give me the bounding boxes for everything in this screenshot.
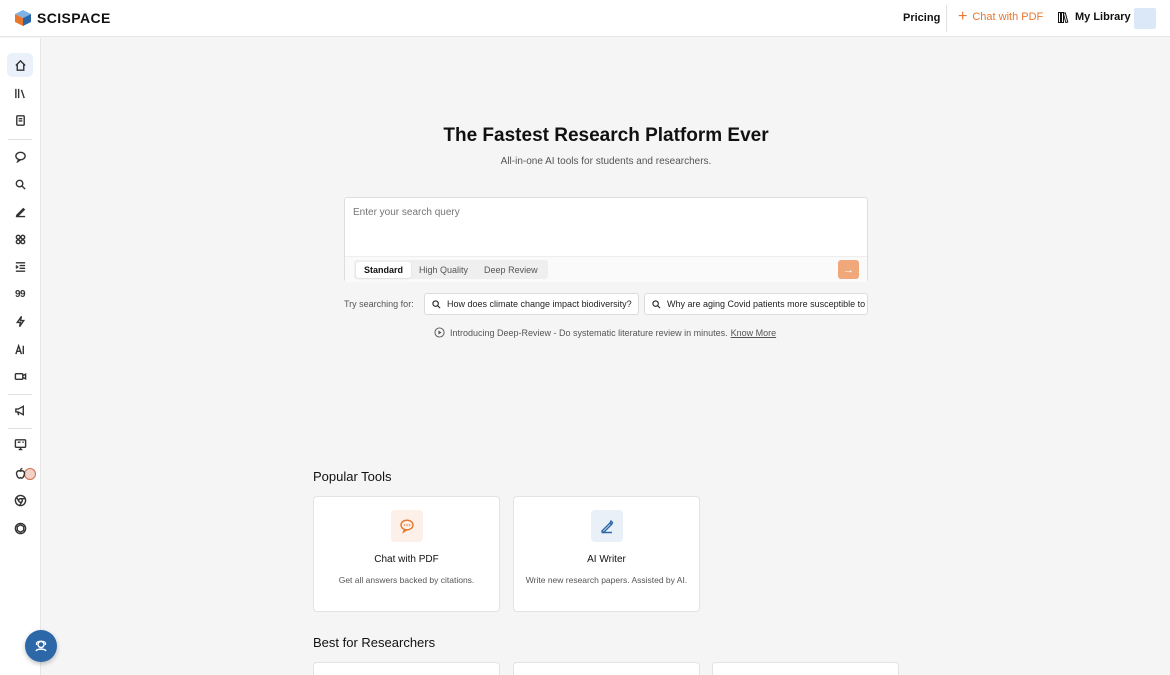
extract-icon[interactable] bbox=[7, 227, 33, 251]
lightning-icon[interactable] bbox=[7, 309, 33, 333]
video-icon[interactable] bbox=[7, 364, 33, 388]
suggestion-chip[interactable]: Why are aging Covid patients more suscep… bbox=[644, 293, 868, 315]
my-library-link[interactable]: My Library bbox=[1058, 11, 1131, 23]
best-for-researchers-heading: Best for Researchers bbox=[313, 635, 436, 650]
play-circle-icon bbox=[434, 327, 445, 338]
support-chat-button[interactable] bbox=[25, 630, 57, 662]
support-agent-icon bbox=[35, 640, 47, 652]
my-library-label: My Library bbox=[1075, 11, 1131, 23]
chat-icon[interactable] bbox=[7, 144, 33, 168]
search-mode-group: Standard High Quality Deep Review bbox=[354, 260, 548, 279]
tool-card-ai-writer[interactable]: AI Writer Write new research papers. Ass… bbox=[513, 496, 700, 612]
nav-divider bbox=[946, 5, 947, 32]
page-subtitle: All-in-one AI tools for students and res… bbox=[500, 156, 712, 167]
search-literature-icon[interactable] bbox=[7, 172, 33, 196]
tool-name: Chat with PDF bbox=[374, 554, 439, 565]
library-icon[interactable] bbox=[7, 81, 33, 105]
search-input[interactable] bbox=[353, 207, 843, 218]
list-indent-icon[interactable] bbox=[7, 254, 33, 278]
notebook-icon[interactable] bbox=[7, 108, 33, 132]
mode-standard-button[interactable]: Standard bbox=[356, 261, 412, 278]
tool-card-chat-with-pdf[interactable]: Chat with PDF Get all answers backed by … bbox=[313, 496, 500, 612]
citation-label: 99 bbox=[14, 288, 26, 300]
translate-icon[interactable] bbox=[7, 432, 33, 456]
sidebar-divider bbox=[8, 139, 32, 140]
suggestion-chip[interactable]: How does climate change impact biodivers… bbox=[424, 293, 639, 315]
top-bar: SCISPACE Pricing + Chat with PDF My Libr… bbox=[0, 0, 1170, 37]
chrome-icon[interactable] bbox=[7, 488, 33, 512]
ai-detector-icon[interactable] bbox=[7, 337, 33, 361]
plus-icon: + bbox=[958, 8, 968, 25]
home-icon[interactable] bbox=[7, 53, 33, 77]
citation-icon[interactable]: 99 bbox=[7, 282, 33, 306]
chat-with-pdf-label: Chat with PDF bbox=[972, 11, 1044, 23]
megaphone-icon[interactable] bbox=[7, 398, 33, 422]
chat-bubble-icon bbox=[391, 510, 423, 542]
mode-deep-review-button[interactable]: Deep Review bbox=[476, 262, 546, 278]
know-more-link[interactable]: Know More bbox=[731, 328, 777, 338]
deep-review-announcement: Introducing Deep-Review - Do systematic … bbox=[434, 327, 776, 338]
sidebar: 99 bbox=[0, 38, 41, 675]
avatar[interactable] bbox=[1134, 8, 1156, 29]
sidebar-divider bbox=[8, 394, 32, 395]
search-toolbar: Standard High Quality Deep Review → bbox=[345, 256, 867, 282]
arrow-right-icon: → bbox=[843, 263, 854, 276]
researcher-tool-card[interactable] bbox=[313, 662, 500, 675]
suggestion-text: Why are aging Covid patients more suscep… bbox=[667, 299, 866, 309]
mode-high-quality-button[interactable]: High Quality bbox=[411, 262, 476, 278]
researcher-tool-card[interactable] bbox=[513, 662, 700, 675]
pen-icon[interactable] bbox=[7, 199, 33, 223]
search-box: Standard High Quality Deep Review → bbox=[344, 197, 868, 282]
submit-search-button[interactable]: → bbox=[838, 260, 859, 279]
try-searching-label: Try searching for: bbox=[344, 299, 414, 309]
researcher-tool-card[interactable] bbox=[712, 662, 899, 675]
tool-name: AI Writer bbox=[587, 554, 626, 565]
tool-description: Get all answers backed by citations. bbox=[338, 575, 475, 585]
apple-icon[interactable] bbox=[7, 461, 33, 485]
popular-tools-heading: Popular Tools bbox=[313, 469, 392, 484]
pricing-link[interactable]: Pricing bbox=[903, 12, 940, 24]
suggestion-text: How does climate change impact biodivers… bbox=[447, 299, 632, 309]
library-icon bbox=[1058, 11, 1069, 23]
brand-name: SCISPACE bbox=[37, 10, 111, 26]
search-icon bbox=[652, 299, 661, 308]
announcement-text: Introducing Deep-Review - Do systematic … bbox=[450, 327, 728, 338]
logo[interactable]: SCISPACE bbox=[14, 9, 111, 27]
sidebar-divider bbox=[8, 428, 32, 429]
page-title: The Fastest Research Platform Ever bbox=[443, 125, 769, 146]
search-icon bbox=[432, 299, 441, 308]
openai-icon[interactable] bbox=[7, 516, 33, 540]
tool-description: Write new research papers. Assisted by A… bbox=[525, 575, 688, 585]
chat-with-pdf-link[interactable]: + Chat with PDF bbox=[958, 8, 1044, 25]
scispace-logo-icon bbox=[15, 10, 31, 26]
pen-nib-icon bbox=[591, 510, 623, 542]
